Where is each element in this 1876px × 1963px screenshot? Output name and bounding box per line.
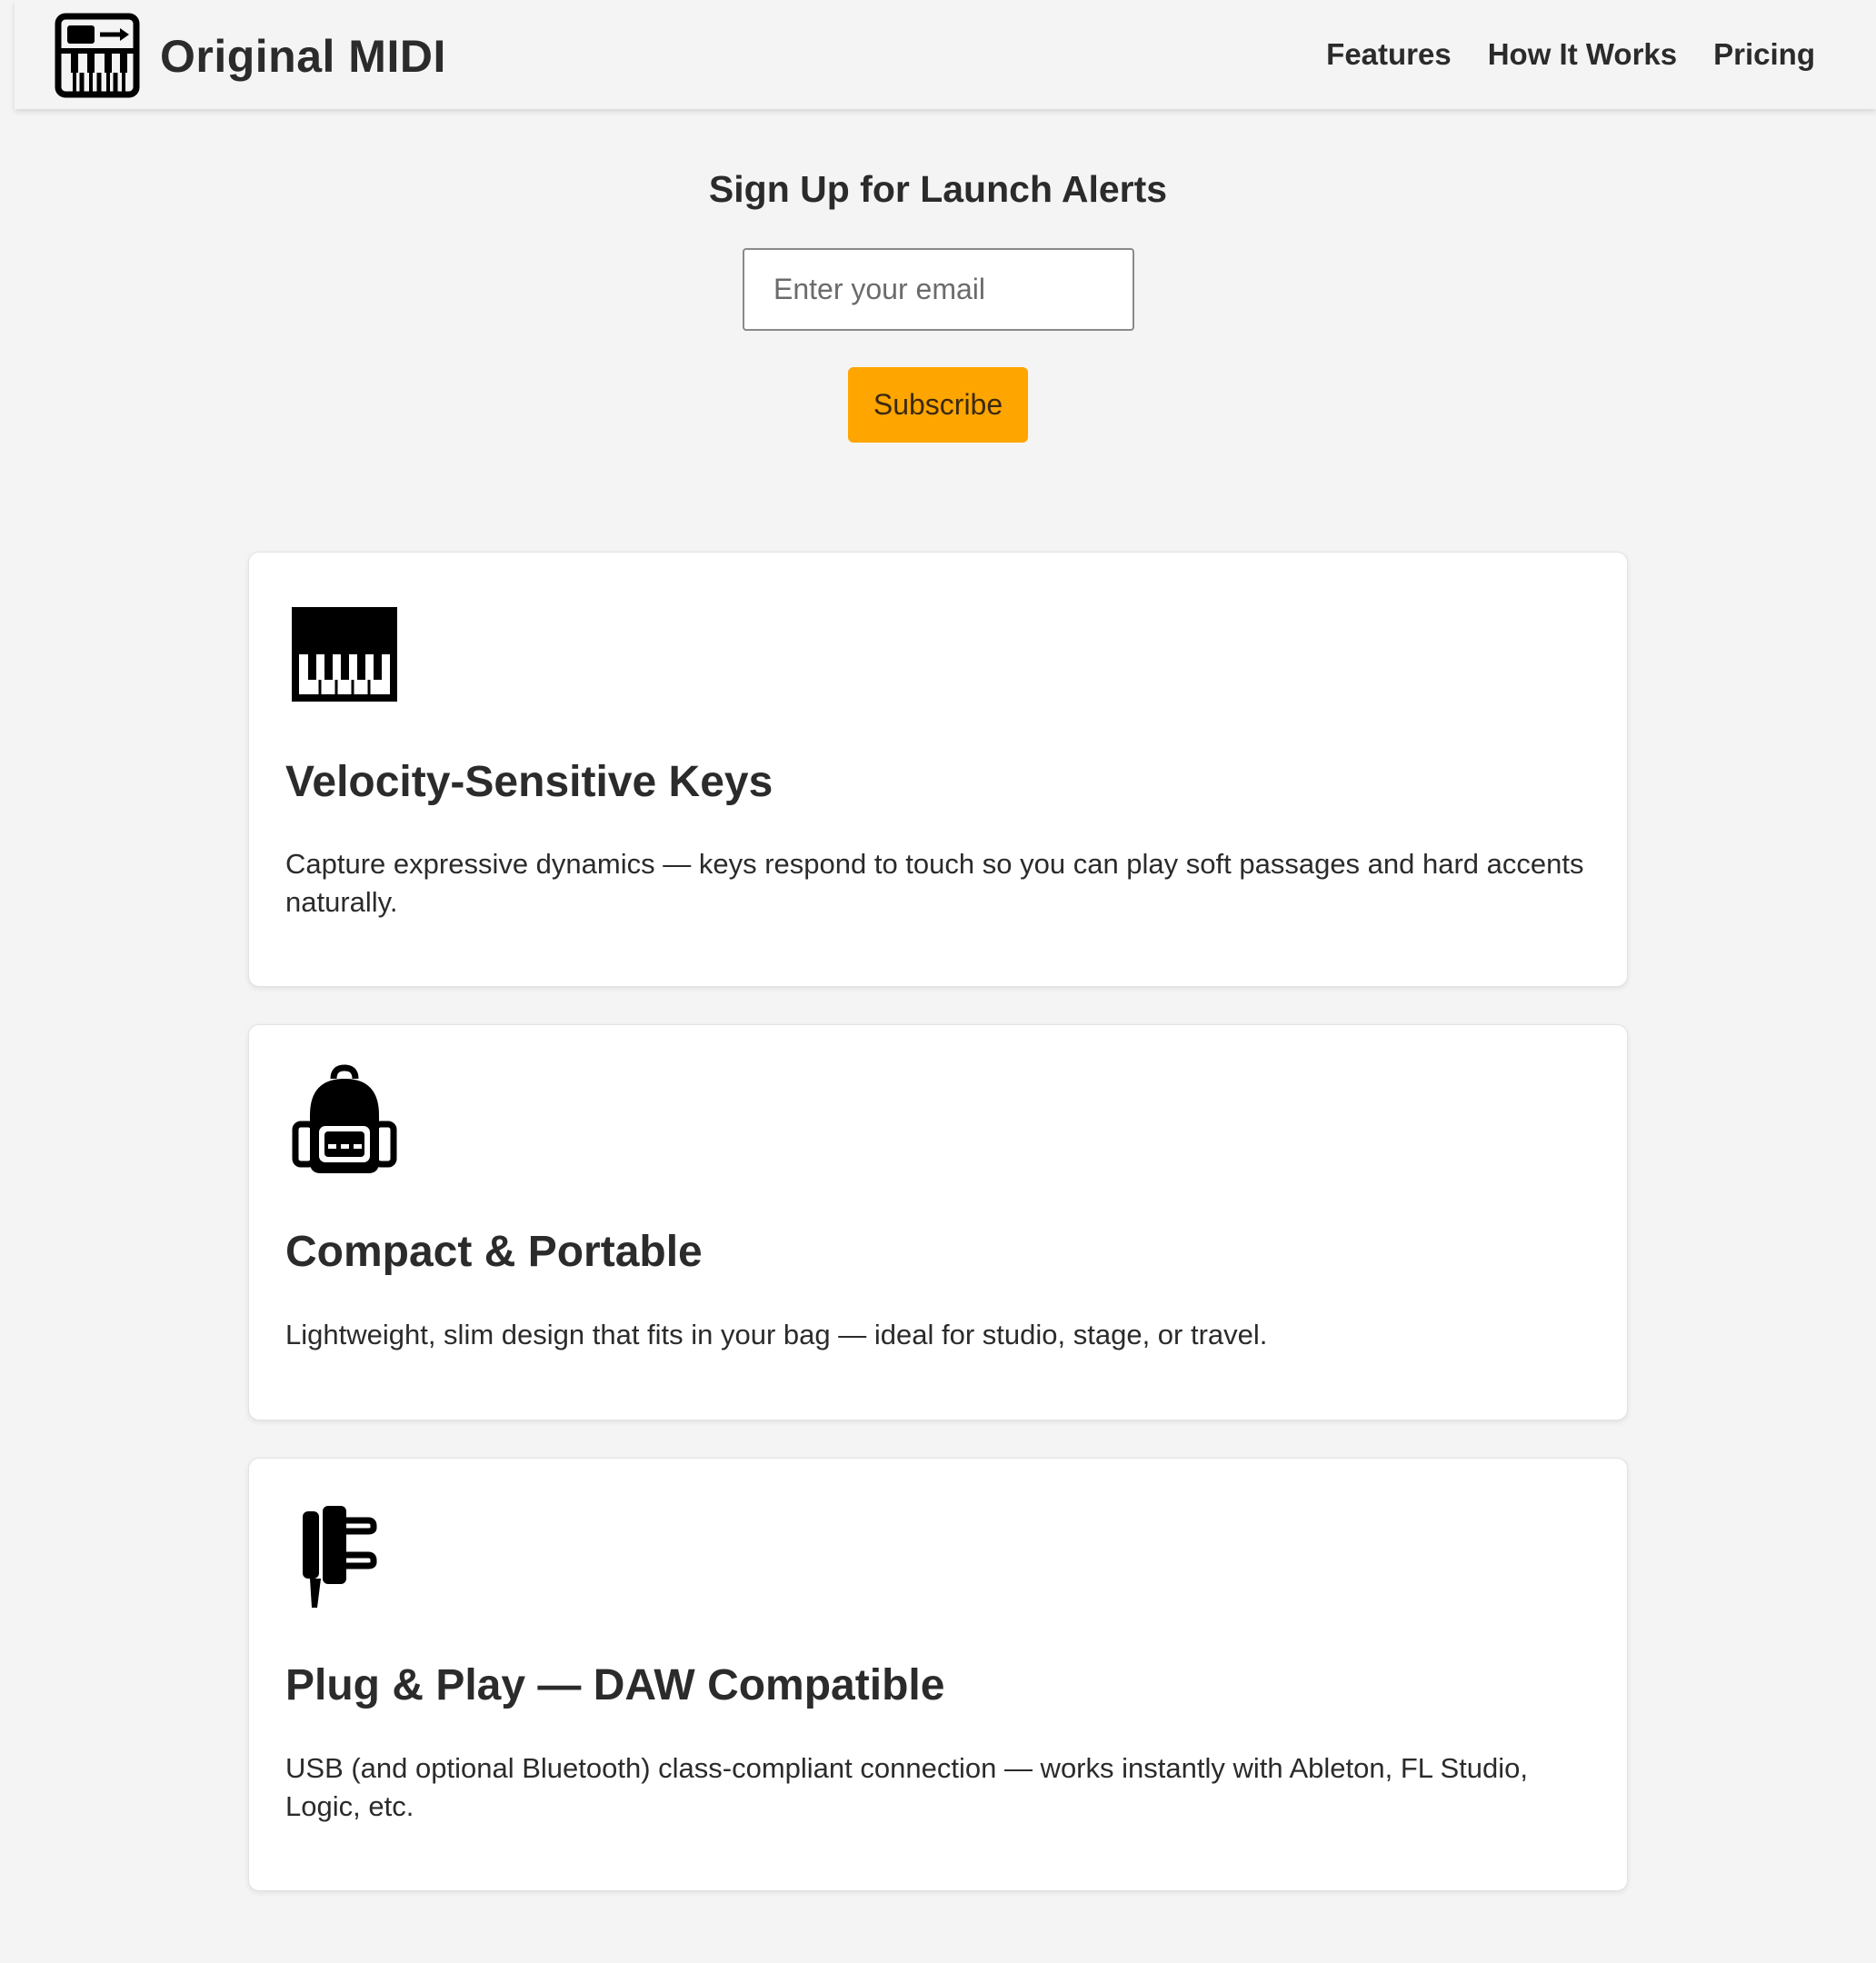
feature-title: Velocity-Sensitive Keys xyxy=(285,758,773,806)
nav-link-how-it-works[interactable]: How It Works xyxy=(1488,36,1677,73)
brand-name[interactable]: Original MIDI xyxy=(160,31,446,82)
feature-description: USB (and optional Bluetooth) class-compl… xyxy=(285,1752,1528,1822)
plug-icon xyxy=(303,1506,377,1608)
feature-title: Plug & Play — DAW Compatible xyxy=(285,1661,945,1709)
subscribe-button[interactable]: Subscribe xyxy=(848,367,1028,443)
feature-card-plug-and-play: Plug & Play — DAW Compatible USB (and op… xyxy=(248,1458,1628,1891)
signup-title: Sign Up for Launch Alerts xyxy=(708,168,1168,210)
nav-link-features[interactable]: Features xyxy=(1326,36,1452,73)
feature-description: Capture expressive dynamics — keys respo… xyxy=(285,848,1584,918)
midi-keyboard-logo-icon[interactable] xyxy=(55,13,140,98)
backpack-icon xyxy=(292,1064,397,1173)
nav-link-pricing[interactable]: Pricing xyxy=(1713,36,1815,73)
site-header: Original MIDI Features How It Works Pric… xyxy=(15,0,1876,109)
piano-keys-icon xyxy=(292,607,397,702)
feature-card-velocity: Velocity-Sensitive Keys Capture expressi… xyxy=(248,552,1628,987)
feature-description: Lightweight, slim design that fits in yo… xyxy=(285,1319,1268,1350)
main-nav: Features How It Works Pricing xyxy=(1326,36,1815,73)
feature-title: Compact & Portable xyxy=(285,1228,703,1276)
email-input[interactable] xyxy=(743,248,1134,331)
feature-card-portable: Compact & Portable Lightweight, slim des… xyxy=(248,1024,1628,1420)
